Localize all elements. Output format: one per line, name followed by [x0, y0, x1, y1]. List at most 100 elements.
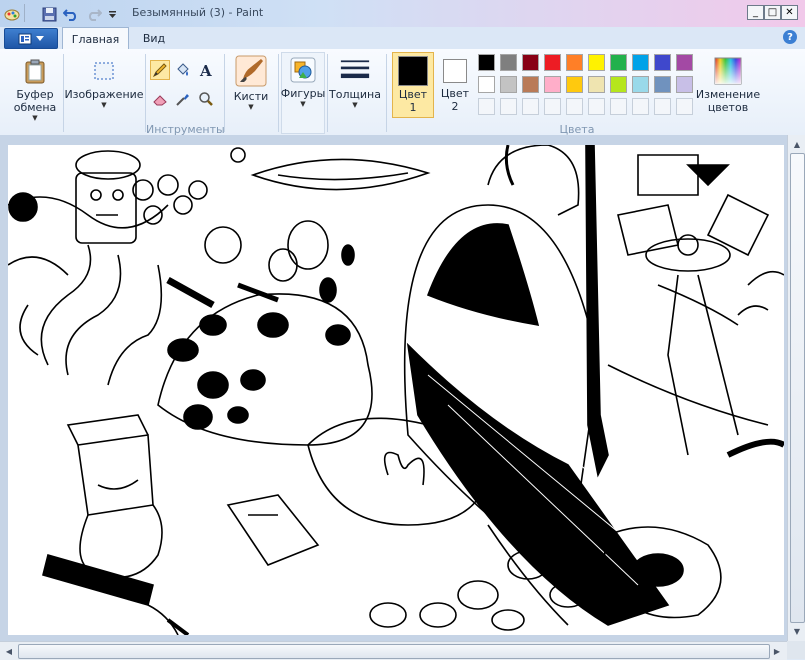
palette-custom-slot[interactable] — [610, 98, 627, 115]
brush-icon — [234, 54, 268, 88]
svg-text:A: A — [199, 62, 212, 78]
chevron-down-icon: ▼ — [352, 101, 358, 109]
scroll-right-icon[interactable]: ▶ — [769, 643, 785, 659]
magnifier-icon[interactable] — [196, 89, 216, 109]
color2-label-1: Цвет — [440, 87, 470, 100]
text-tool-icon[interactable]: A — [196, 60, 216, 80]
color1-button[interactable]: Цвет 1 — [392, 52, 434, 118]
color-picker-icon[interactable] — [173, 89, 193, 109]
drawing-artwork — [8, 145, 784, 635]
palette-color-swatch[interactable] — [522, 54, 539, 71]
palette-custom-slot[interactable] — [544, 98, 561, 115]
brushes-label: Кисти — [233, 90, 269, 103]
chevron-down-icon: ▼ — [101, 101, 107, 109]
group-divider — [145, 54, 146, 132]
clipboard-button[interactable]: Буфер обмена ▼ — [10, 56, 60, 122]
edit-colors-label-1: Изменение — [695, 88, 761, 101]
palette-custom-slot[interactable] — [654, 98, 671, 115]
pencil-tool-icon[interactable] — [150, 60, 170, 80]
clipboard-icon — [20, 56, 50, 86]
undo-icon[interactable] — [62, 5, 80, 23]
group-divider — [386, 54, 387, 132]
chevron-down-icon: ▼ — [300, 100, 306, 108]
eraser-icon[interactable] — [150, 89, 170, 109]
color1-swatch — [398, 56, 428, 86]
brushes-button[interactable]: Кисти ▼ — [228, 54, 274, 111]
paint-menu-button[interactable] — [4, 28, 58, 49]
color2-button[interactable]: Цвет 2 — [436, 53, 474, 113]
palette-color-swatch[interactable] — [544, 76, 561, 93]
chevron-down-icon: ▼ — [248, 103, 254, 111]
palette-color-swatch[interactable] — [610, 54, 627, 71]
scroll-left-icon[interactable]: ◀ — [1, 643, 17, 659]
shapes-label: Фигуры — [280, 87, 326, 100]
edit-colors-label-2: цветов — [707, 101, 749, 114]
customize-qa-icon[interactable] — [106, 5, 118, 23]
scrollbar-corner — [787, 641, 805, 659]
scroll-down-icon[interactable]: ▼ — [789, 623, 805, 639]
palette-color-swatch[interactable] — [566, 54, 583, 71]
fill-bucket-icon[interactable] — [173, 60, 193, 80]
color2-label-2: 2 — [451, 100, 459, 113]
chevron-down-icon: ▼ — [32, 114, 38, 122]
drawing-canvas[interactable] — [8, 145, 784, 635]
help-icon[interactable]: ? — [783, 30, 797, 44]
thickness-icon — [340, 56, 370, 86]
color2-swatch — [443, 59, 467, 83]
palette-custom-slot[interactable] — [522, 98, 539, 115]
palette-color-swatch[interactable] — [654, 76, 671, 93]
horizontal-scrollbar[interactable]: ◀ ▶ — [0, 641, 787, 660]
vertical-scrollbar[interactable]: ▲ ▼ — [787, 135, 805, 641]
vertical-scroll-thumb[interactable] — [790, 153, 805, 623]
palette-custom-slot[interactable] — [478, 98, 495, 115]
save-icon[interactable] — [40, 5, 58, 23]
palette-custom-slot[interactable] — [676, 98, 693, 115]
minimize-button[interactable]: _ — [747, 5, 764, 20]
qa-separator — [24, 4, 25, 22]
edit-colors-button[interactable]: Изменение цветов — [695, 56, 761, 114]
palette-color-swatch[interactable] — [478, 76, 495, 93]
tab-view[interactable]: Вид — [134, 27, 174, 49]
close-button[interactable]: ✕ — [781, 5, 798, 20]
horizontal-scroll-thumb[interactable] — [18, 644, 770, 659]
palette-color-swatch[interactable] — [676, 54, 693, 71]
palette-color-swatch[interactable] — [632, 54, 649, 71]
group-divider — [327, 54, 328, 132]
group-divider — [278, 54, 279, 132]
palette-color-swatch[interactable] — [566, 76, 583, 93]
palette-color-swatch[interactable] — [478, 54, 495, 71]
window-title: Безымянный (3) - Paint — [132, 6, 264, 19]
tab-home[interactable]: Главная — [62, 27, 129, 50]
palette-custom-slot[interactable] — [588, 98, 605, 115]
image-label: Изображение — [64, 88, 144, 101]
paint-app-icon[interactable] — [3, 5, 21, 23]
maximize-button[interactable]: □ — [764, 5, 781, 20]
palette-color-swatch[interactable] — [610, 76, 627, 93]
palette-color-swatch[interactable] — [676, 76, 693, 93]
thickness-label: Толщина — [329, 88, 381, 101]
shapes-button[interactable]: Фигуры ▼ — [281, 52, 325, 134]
redo-icon[interactable] — [85, 5, 103, 23]
rainbow-palette-icon — [713, 56, 743, 86]
shapes-icon — [288, 55, 318, 85]
select-rectangle-icon — [89, 56, 119, 86]
group-divider — [224, 54, 225, 132]
palette-custom-slot[interactable] — [566, 98, 583, 115]
palette-color-swatch[interactable] — [500, 76, 517, 93]
palette-color-swatch[interactable] — [500, 54, 517, 71]
palette-custom-slot[interactable] — [632, 98, 649, 115]
palette-color-swatch[interactable] — [522, 76, 539, 93]
thickness-button[interactable]: Толщина ▼ — [329, 56, 381, 109]
clipboard-label-2: обмена — [13, 101, 57, 114]
palette-color-swatch[interactable] — [544, 54, 561, 71]
palette-custom-slot[interactable] — [500, 98, 517, 115]
palette-color-swatch[interactable] — [654, 54, 671, 71]
palette-color-swatch[interactable] — [588, 54, 605, 71]
palette-color-swatch[interactable] — [632, 76, 649, 93]
menu-icon — [18, 33, 32, 44]
image-button[interactable]: Изображение ▼ — [64, 56, 144, 109]
palette-color-swatch[interactable] — [588, 76, 605, 93]
scroll-up-icon[interactable]: ▲ — [789, 136, 805, 152]
chevron-down-icon — [36, 35, 44, 41]
color1-label-1: Цвет — [398, 88, 428, 101]
